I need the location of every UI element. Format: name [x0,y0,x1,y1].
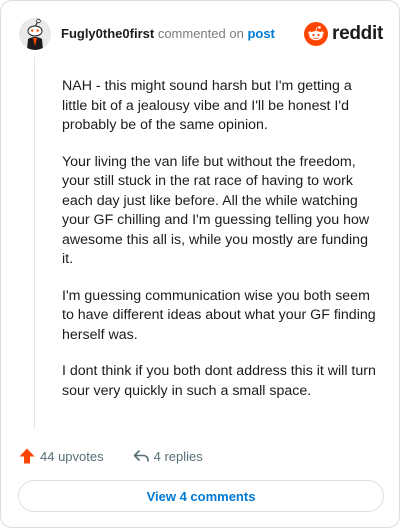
comment-paragraph: I dont think if you both dont address th… [62,363,376,399]
replies-button[interactable]: 4 replies [132,447,203,465]
comment-header: Fugly0the0first commented on post reddit [19,17,383,51]
action-text: commented on [157,26,244,41]
upvotes-count: 44 upvotes [40,448,104,464]
reddit-snoo-icon [304,22,329,46]
reddit-wordmark: reddit [332,23,383,44]
comment-paragraph: Your living the van life but without the… [62,153,370,268]
replies-count: 4 replies [153,448,203,464]
comment-footer: 44 upvotes 4 replies [18,445,203,467]
comment-paragraph: NAH - this might sound harsh but I'm get… [62,78,352,133]
comment-card: Fugly0the0first commented on post reddit… [0,0,400,528]
user-avatar[interactable] [19,18,51,50]
reply-arrow-icon [133,450,149,462]
comment-meta: Fugly0the0first commented on post [61,26,275,42]
comment-body: NAH - this might sound harsh but I'm get… [62,77,380,418]
thread-line [34,57,35,429]
view-comments-button[interactable]: View 4 comments [18,480,384,512]
snoo-avatar-icon [19,18,51,50]
reddit-logo[interactable]: reddit [304,22,383,46]
upvote-arrow-icon [19,448,35,464]
post-link[interactable]: post [247,26,274,41]
upvotes-button[interactable]: 44 upvotes [18,447,104,465]
comment-paragraph: I'm guessing communication wise you both… [62,287,376,343]
username-link[interactable]: Fugly0the0first [61,26,154,41]
